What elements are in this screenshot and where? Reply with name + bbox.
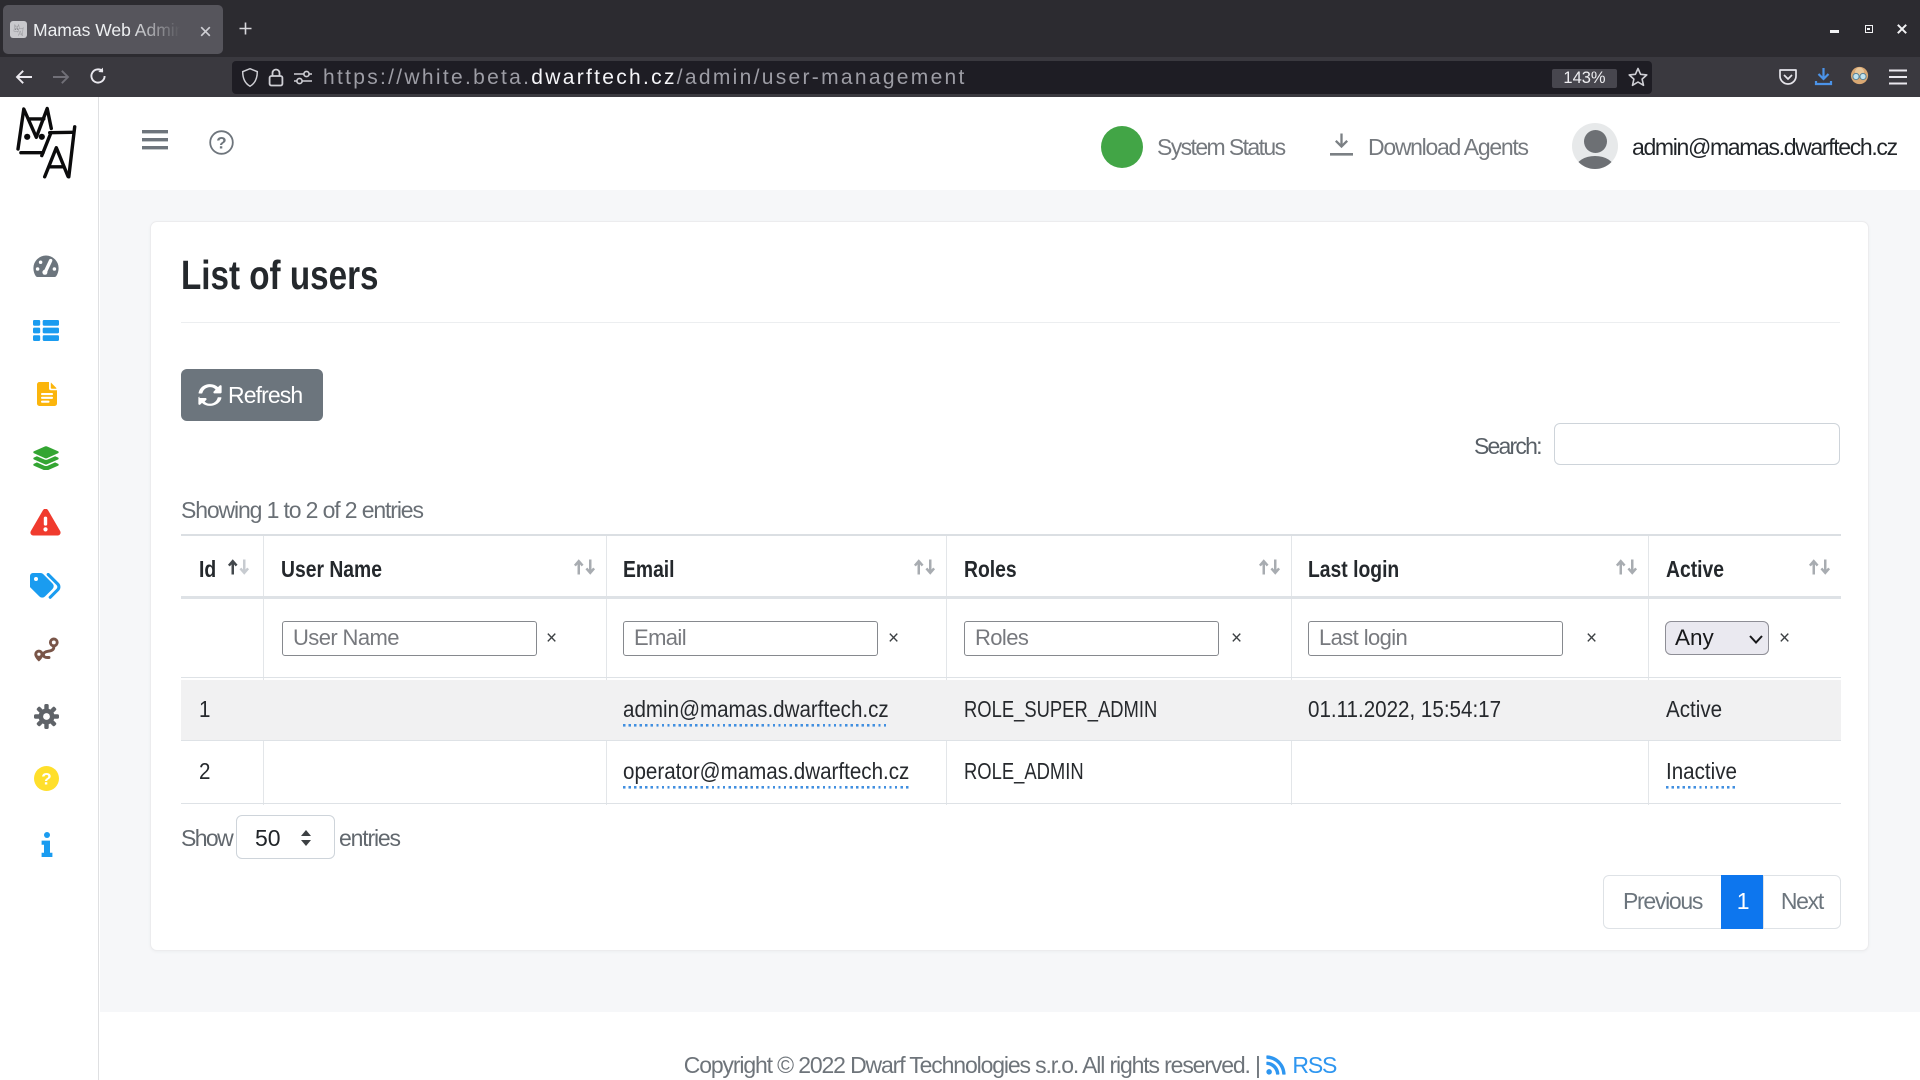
svg-text:?: ? xyxy=(41,769,51,788)
svg-text:?: ? xyxy=(216,134,226,153)
